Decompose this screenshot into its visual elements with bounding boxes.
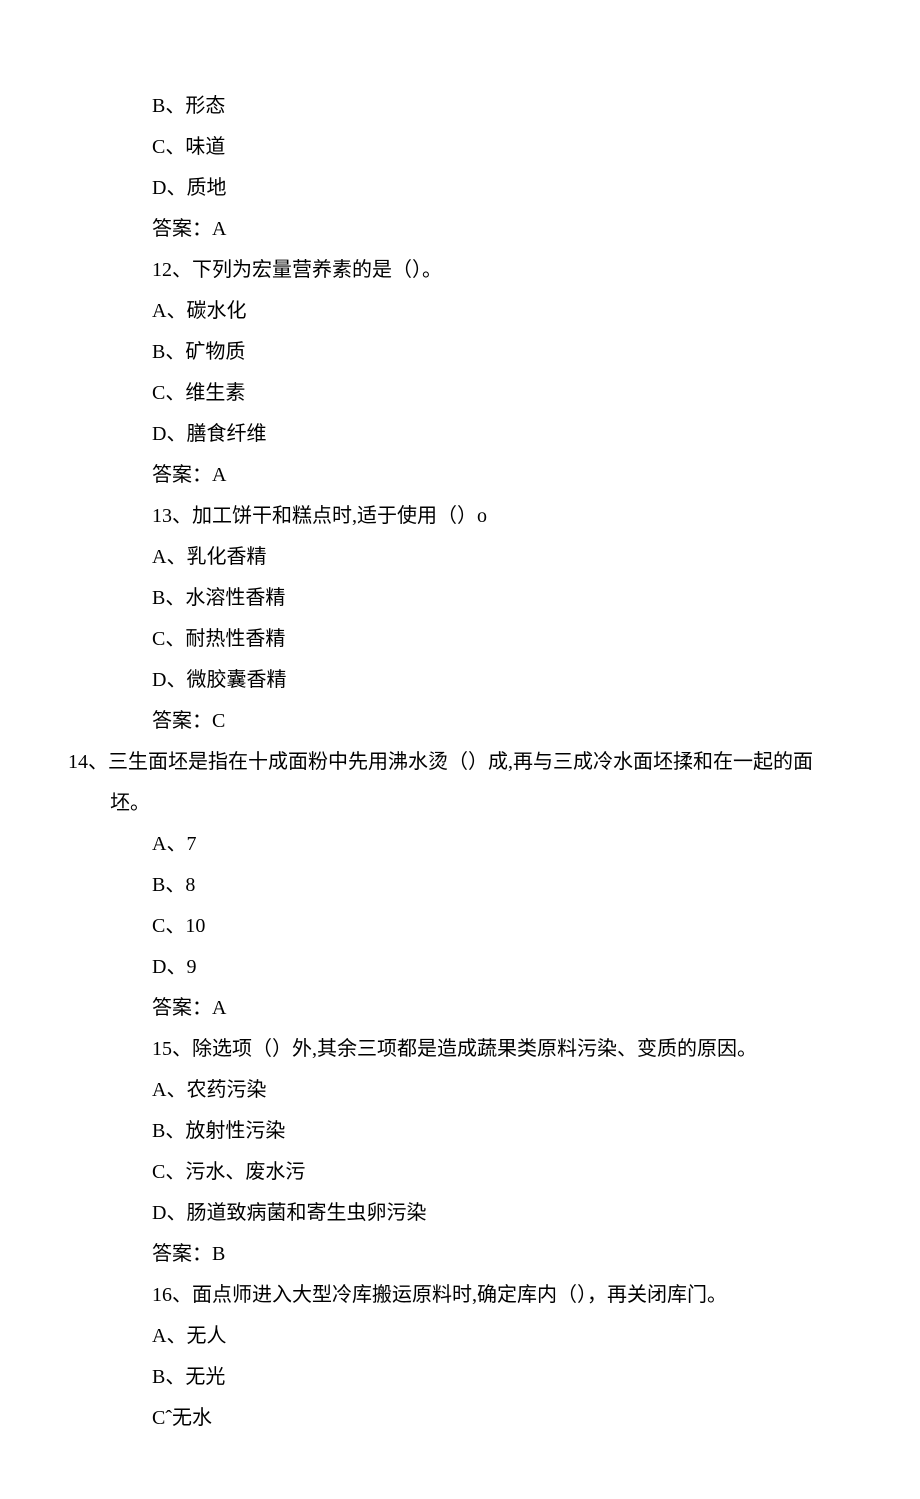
text-line: Cˆ无水 <box>0 1398 920 1439</box>
text-line: A、无人 <box>0 1316 920 1357</box>
text-line: C、维生素 <box>0 373 920 414</box>
text-line: 答案：C <box>0 701 920 742</box>
text-line: B、水溶性香精 <box>0 578 920 619</box>
text-line: 12、下列为宏量营养素的是（）。 <box>0 250 920 291</box>
text-line: 答案：A <box>0 455 920 496</box>
text-line: B、形态 <box>0 86 920 127</box>
text-line: D、质地 <box>0 168 920 209</box>
text-line: D、微胶囊香精 <box>0 660 920 701</box>
text-line: 16、面点师进入大型冷库搬运原料时,确定库内（），再关闭库门。 <box>0 1275 920 1316</box>
document-body: B、形态C、味道D、质地答案：A12、下列为宏量营养素的是（）。A、碳水化B、矿… <box>0 86 920 1439</box>
text-line: B、矿物质 <box>0 332 920 373</box>
text-line: C、味道 <box>0 127 920 168</box>
text-line: A、农药污染 <box>0 1070 920 1111</box>
text-line: B、无光 <box>0 1357 920 1398</box>
text-line: 答案：A <box>0 988 920 1029</box>
text-line: D、膳食纤维 <box>0 414 920 455</box>
text-line: A、7 <box>0 824 920 865</box>
text-line: 答案：A <box>0 209 920 250</box>
text-line: D、肠道致病菌和寄生虫卵污染 <box>0 1193 920 1234</box>
text-line: A、碳水化 <box>0 291 920 332</box>
text-line: 答案：B <box>0 1234 920 1275</box>
text-line: C、10 <box>0 906 920 947</box>
text-line: 14、三生面坯是指在十成面粉中先用沸水烫（）成,再与三成冷水面坯揉和在一起的面坯… <box>0 742 920 824</box>
text-line: B、8 <box>0 865 920 906</box>
text-line: 15、除选项（）外,其余三项都是造成蔬果类原料污染、变质的原因。 <box>0 1029 920 1070</box>
text-line: C、污水、废水污 <box>0 1152 920 1193</box>
text-line: A、乳化香精 <box>0 537 920 578</box>
text-line: 13、加工饼干和糕点时,适于使用（）o <box>0 496 920 537</box>
text-line: D、9 <box>0 947 920 988</box>
text-line: C、耐热性香精 <box>0 619 920 660</box>
text-line: B、放射性污染 <box>0 1111 920 1152</box>
